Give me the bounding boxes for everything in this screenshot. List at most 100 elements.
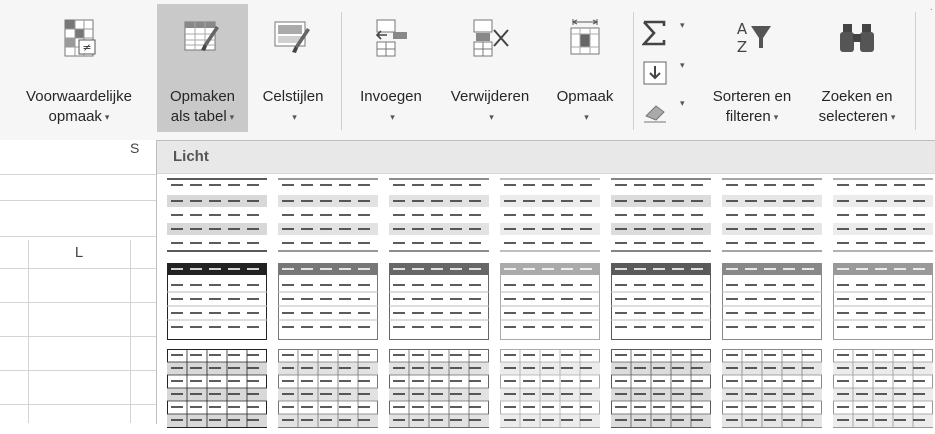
column-line [130,240,131,423]
insert-button[interactable]: Invoegen ▾ [346,4,436,132]
table-style-preview [833,178,933,252]
gallery-section-header: Licht [157,141,935,174]
table-style-preview [278,178,378,252]
table-style-preview [167,263,267,340]
table-style-swatch[interactable] [722,263,822,348]
chevron-down-icon: ▾ [390,112,395,122]
eraser-icon [644,105,666,123]
cell-styles-button[interactable]: Celstijlen ▾ [250,4,336,132]
table-style-swatch[interactable] [389,177,489,262]
table-style-swatch[interactable] [611,349,711,434]
conditional-formatting-label-1: Voorwaardelijke [26,88,132,105]
table-style-swatch[interactable] [278,349,378,434]
table-style-preview [611,178,711,252]
table-style-swatch[interactable] [722,177,822,262]
row-line [0,336,160,337]
format-as-table-icon [184,21,219,51]
chevron-down-icon: ▾ [890,112,896,122]
table-style-swatch[interactable] [167,177,267,262]
group-separator [341,12,342,130]
table-style-swatch[interactable] [278,177,378,262]
table-style-preview [500,349,600,428]
chevron-down-icon: ▾ [489,112,494,122]
sort-filter-icon: A Z [737,20,771,56]
table-style-swatch[interactable] [278,263,378,348]
table-style-preview [389,263,489,340]
table-style-swatch[interactable] [167,349,267,434]
table-style-preview [278,263,378,340]
table-style-preview [722,263,822,340]
table-style-swatch[interactable] [611,177,711,262]
sort-filter-label-2: filteren [725,108,771,125]
table-style-preview [722,178,822,252]
column-header-l[interactable]: L [28,238,130,268]
autosum-button[interactable]: ▾ [640,18,696,48]
svg-text:Z: Z [737,38,747,56]
fill-down-icon [643,61,667,85]
svg-text:≠: ≠ [82,41,91,54]
ribbon-corner-mark: · [929,4,933,15]
format-button[interactable]: Opmaak ▾ [544,4,626,132]
conditional-formatting-button[interactable]: ≠ Voorwaardelijke opmaak ▾ [4,4,154,132]
table-style-preview [278,349,378,428]
table-style-preview [611,349,711,428]
format-as-table-button[interactable]: Opmaken als tabel ▾ [157,4,248,132]
format-label: Opmaak [556,88,614,105]
row-line [0,302,160,303]
insert-cells-icon [375,19,407,57]
row-line [0,370,160,371]
find-select-label-2: selecteren [818,108,888,125]
svg-text:A: A [737,20,748,38]
chevron-down-icon: ▾ [104,112,110,122]
row-line [0,268,160,269]
find-select-label-1: Zoeken en [821,88,893,105]
table-style-swatch[interactable] [500,263,600,348]
table-style-preview [500,263,600,340]
table-style-preview [722,349,822,428]
chevron-down-icon: ▾ [680,98,685,108]
table-style-swatch[interactable] [833,349,933,434]
delete-cells-icon [473,19,509,57]
find-select-button[interactable]: Zoeken en selecteren ▾ [806,4,908,132]
conditional-formatting-icon: ≠ [64,19,96,57]
format-as-table-label-2: als tabel [170,108,227,125]
sort-filter-button[interactable]: A Z Sorteren en filteren ▾ [700,4,804,132]
chevron-down-icon: ▾ [229,112,235,122]
table-style-preview [389,178,489,252]
fill-button[interactable]: ▾ [640,58,696,88]
chevron-down-icon: ▾ [584,112,589,122]
table-style-swatch[interactable] [833,263,933,348]
sigma-icon [642,20,666,46]
conditional-formatting-label-2: opmaak [48,108,102,125]
format-cells-icon [570,19,600,55]
delete-button[interactable]: Verwijderen ▾ [436,4,544,132]
table-style-preview [167,178,267,252]
worksheet-area[interactable] [0,140,160,423]
cell-styles-label: Celstijlen [262,88,324,105]
gallery-section-title: Licht [173,148,209,165]
row-line [0,200,160,201]
chevron-down-icon: ▾ [773,112,779,122]
table-style-swatch[interactable] [722,349,822,434]
format-as-table-label-1: Opmaken [169,88,236,105]
table-style-swatch[interactable] [500,177,600,262]
chevron-down-icon: ▾ [680,20,685,30]
table-style-swatch[interactable] [389,263,489,348]
table-style-swatch[interactable] [389,349,489,434]
group-label-fragment: S [130,140,140,156]
table-style-swatch[interactable] [500,349,600,434]
cell-styles-icon [274,21,310,53]
sort-filter-label-1: Sorteren en [712,88,792,105]
table-style-swatch[interactable] [833,177,933,262]
table-style-swatch[interactable] [611,263,711,348]
table-style-gallery: Licht [156,140,935,428]
table-style-swatch[interactable] [167,263,267,348]
row-line [0,174,160,175]
delete-label: Verwijderen [450,88,530,105]
ribbon: ≠ Voorwaardelijke opmaak ▾ Opmaken als ta… [0,0,935,141]
chevron-down-icon: ▾ [292,112,297,122]
binoculars-icon [840,24,874,52]
row-line [0,404,160,405]
group-separator [633,12,634,130]
clear-button[interactable]: ▾ [640,96,696,126]
